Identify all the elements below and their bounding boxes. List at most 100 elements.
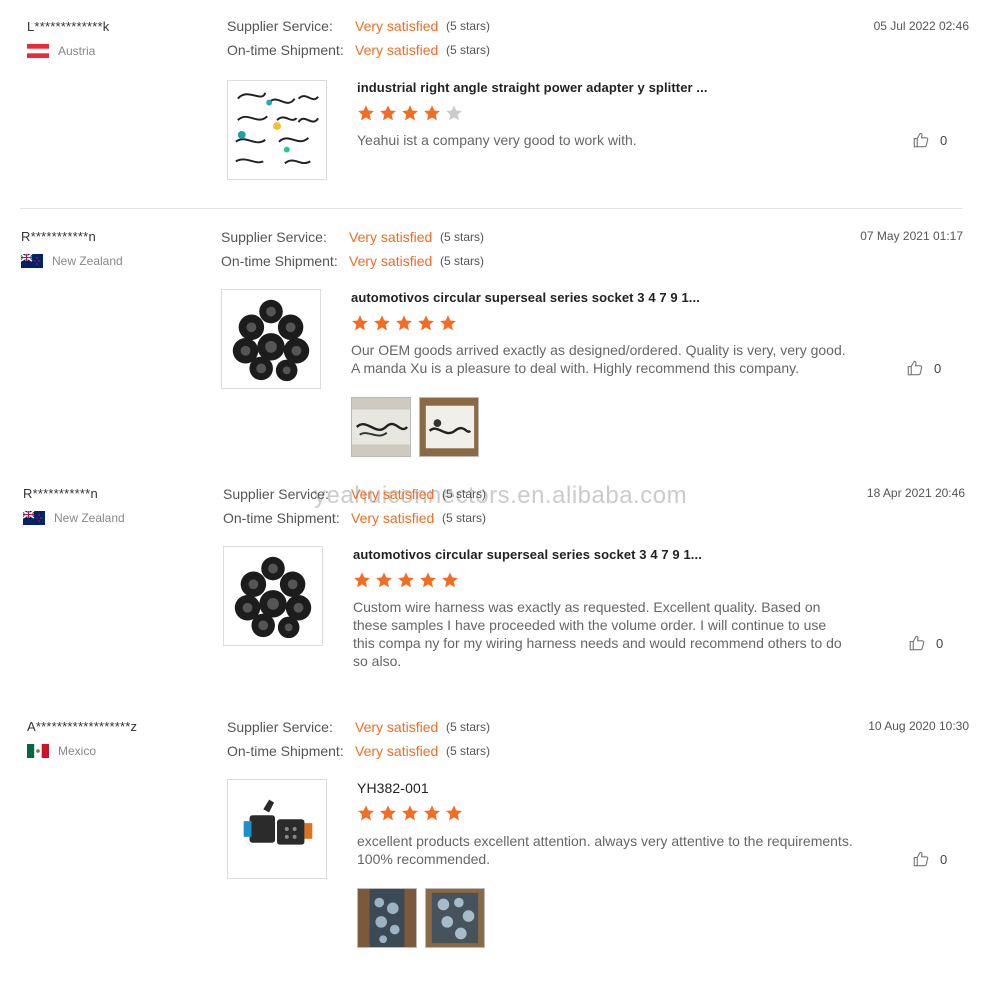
thumbs-up-icon xyxy=(908,634,926,652)
product-title-link[interactable]: YH382-001 xyxy=(357,780,429,796)
ontime-shipment-row: On-time Shipment: Very satisfied (5 star… xyxy=(223,510,486,526)
like-button[interactable]: 0 xyxy=(906,359,941,377)
star-rating xyxy=(353,571,463,591)
ontime-shipment-row: On-time Shipment: Very satisfied (5 star… xyxy=(227,42,490,58)
supplier-service-label: Supplier Service: xyxy=(221,229,327,245)
supplier-service-row: Supplier Service: Very satisfied (5 star… xyxy=(227,18,490,34)
reviewer-name: L*************k xyxy=(27,19,110,34)
ontime-shipment-stars: (5 stars) xyxy=(446,744,491,758)
star-filled-icon xyxy=(395,314,413,332)
ontime-shipment-stars: (5 stars) xyxy=(440,254,485,268)
product-image[interactable] xyxy=(221,289,321,389)
star-filled-icon xyxy=(373,314,391,332)
buyer-photo-cables-1 xyxy=(352,398,410,456)
ontime-shipment-label: On-time Shipment: xyxy=(227,743,344,759)
mexico-flag-icon xyxy=(27,744,49,758)
ontime-shipment-label: On-time Shipment: xyxy=(221,253,338,269)
product-title-link[interactable]: automotivos circular superseal series so… xyxy=(351,290,700,305)
ontime-shipment-stars: (5 stars) xyxy=(446,43,491,57)
like-button[interactable]: 0 xyxy=(912,131,947,149)
star-filled-icon xyxy=(351,314,369,332)
star-filled-icon xyxy=(401,104,419,122)
star-filled-icon xyxy=(401,804,419,822)
product-image[interactable] xyxy=(227,80,327,180)
supplier-service-stars: (5 stars) xyxy=(446,720,491,734)
like-count: 0 xyxy=(940,851,948,867)
like-button[interactable]: 0 xyxy=(908,634,943,652)
product-title-link[interactable]: industrial right angle straight power ad… xyxy=(357,80,708,95)
supplier-service-value: Very satisfied xyxy=(351,486,435,502)
circular-connectors-image xyxy=(234,556,312,639)
supplier-service-stars: (5 stars) xyxy=(446,19,491,33)
ontime-shipment-value: Very satisfied xyxy=(355,743,439,759)
dt-connector-image xyxy=(243,799,313,845)
new-zealand-flag-icon xyxy=(21,254,43,268)
buyer-photo[interactable] xyxy=(425,888,485,948)
reviewer-name: R***********n xyxy=(21,229,96,244)
supplier-service-value: Very satisfied xyxy=(355,18,439,34)
star-filled-icon xyxy=(379,804,397,822)
star-filled-icon xyxy=(445,804,463,822)
review-comment: Yeahui ist a company very good to work w… xyxy=(357,132,637,148)
review-date: 18 Apr 2021 20:46 xyxy=(866,486,965,500)
reviewer-country: New Zealand xyxy=(21,254,123,268)
star-filled-icon xyxy=(353,571,371,589)
supplier-service-stars: (5 stars) xyxy=(440,230,485,244)
supplier-service-row: Supplier Service: Very satisfied (5 star… xyxy=(227,719,490,735)
ontime-shipment-stars: (5 stars) xyxy=(442,511,487,525)
like-count: 0 xyxy=(934,360,942,376)
star-filled-icon xyxy=(423,804,441,822)
country-label: New Zealand xyxy=(54,511,125,525)
star-filled-icon xyxy=(423,104,441,122)
supplier-service-label: Supplier Service: xyxy=(223,486,329,502)
reviewer-name: A******************z xyxy=(27,719,138,734)
new-zealand-flag-icon xyxy=(23,511,45,525)
buyer-photo[interactable] xyxy=(419,397,479,457)
like-count: 0 xyxy=(936,635,944,651)
ontime-shipment-label: On-time Shipment: xyxy=(227,42,344,58)
star-empty-icon xyxy=(445,104,463,122)
supplier-service-label: Supplier Service: xyxy=(227,719,333,735)
supplier-service-value: Very satisfied xyxy=(349,229,433,245)
star-filled-icon xyxy=(441,571,459,589)
ontime-shipment-value: Very satisfied xyxy=(349,253,433,269)
like-count: 0 xyxy=(940,132,948,148)
review-comment: Our OEM goods arrived exactly as designe… xyxy=(351,342,846,376)
ontime-shipment-row: On-time Shipment: Very satisfied (5 star… xyxy=(227,743,490,759)
product-image[interactable] xyxy=(227,779,327,879)
thumbs-up-icon xyxy=(912,131,930,149)
buyer-photo[interactable] xyxy=(351,397,411,457)
buyer-photo[interactable] xyxy=(357,888,417,948)
ontime-shipment-row: On-time Shipment: Very satisfied (5 star… xyxy=(221,253,484,269)
supplier-service-row: Supplier Service: Very satisfied (5 star… xyxy=(221,229,484,245)
review-comment: excellent products excellent attention. … xyxy=(357,833,853,867)
star-filled-icon xyxy=(375,571,393,589)
star-filled-icon xyxy=(419,571,437,589)
reviewer-country: Mexico xyxy=(27,744,96,758)
country-label: Austria xyxy=(58,44,96,58)
cable-assortment-image xyxy=(235,92,319,165)
ontime-shipment-value: Very satisfied xyxy=(351,510,435,526)
star-filled-icon xyxy=(417,314,435,332)
supplier-service-value: Very satisfied xyxy=(355,719,439,735)
thumbs-up-icon xyxy=(912,850,930,868)
star-filled-icon xyxy=(379,104,397,122)
ontime-shipment-value: Very satisfied xyxy=(355,42,439,58)
reviewer-name: R***********n xyxy=(23,486,98,501)
star-rating xyxy=(357,104,467,124)
buyer-photo-packages-2 xyxy=(426,889,484,947)
supplier-service-stars: (5 stars) xyxy=(442,487,487,501)
country-label: Mexico xyxy=(58,744,97,758)
like-button[interactable]: 0 xyxy=(912,850,947,868)
review-date: 05 Jul 2022 02:46 xyxy=(873,19,969,33)
product-image[interactable] xyxy=(223,546,323,646)
review-comment: Custom wire harness was exactly as reque… xyxy=(353,599,842,669)
ontime-shipment-label: On-time Shipment: xyxy=(223,510,340,526)
review-date: 10 Aug 2020 10:30 xyxy=(868,719,969,733)
star-filled-icon xyxy=(397,571,415,589)
product-title-link[interactable]: automotivos circular superseal series so… xyxy=(353,547,702,562)
star-rating xyxy=(357,804,467,824)
star-filled-icon xyxy=(357,804,375,822)
star-filled-icon xyxy=(357,104,375,122)
reviewer-country: New Zealand xyxy=(23,511,125,525)
